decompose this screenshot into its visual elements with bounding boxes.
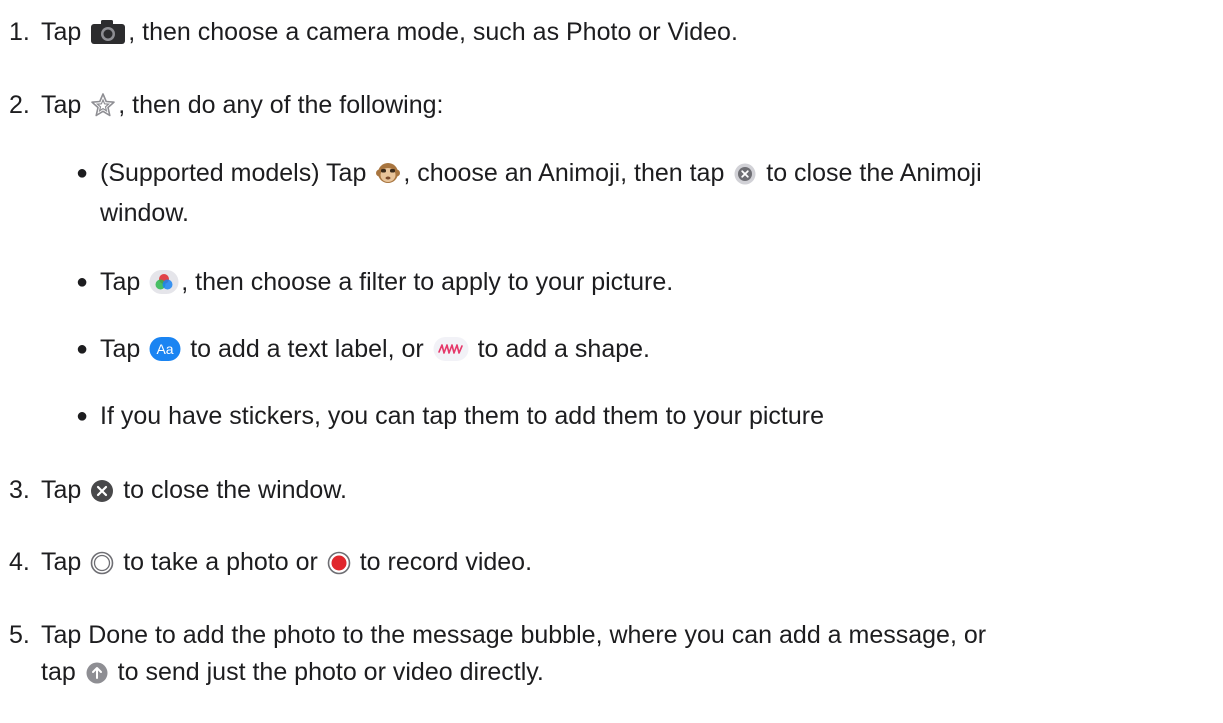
step-number: 1. <box>9 18 30 46</box>
close-icon <box>90 479 114 503</box>
bullet-text: window. <box>100 199 189 227</box>
step-number: 3. <box>9 476 30 504</box>
step-text: Tap Done to add the photo to the message… <box>41 621 987 649</box>
step-number: 5. <box>9 621 30 649</box>
bullet-text: to close the Animoji <box>766 159 982 187</box>
step-text: Tap <box>41 18 82 46</box>
shutter-icon <box>90 551 114 575</box>
bullet-text: Tap <box>100 335 141 363</box>
record-icon <box>327 551 351 575</box>
animoji-monkey-icon <box>375 160 401 186</box>
close-small-icon <box>733 162 757 186</box>
step-text: , then choose a camera mode, such as Pho… <box>128 18 738 46</box>
camera-icon <box>90 19 126 45</box>
effects-star-icon <box>90 92 116 118</box>
step-text: to take a photo or <box>123 548 318 576</box>
bullet-text: (Supported models) Tap <box>100 159 367 187</box>
bullet-dot: ● <box>76 162 89 184</box>
filters-icon <box>149 269 179 295</box>
step-text: Tap <box>41 548 82 576</box>
step-text: to send just the photo or video directly… <box>117 658 544 686</box>
step-number: 4. <box>9 548 30 576</box>
step-text: to record video. <box>359 548 533 576</box>
bullet-text: , choose an Animoji, then tap <box>403 159 725 187</box>
step-number: 2. <box>9 91 30 119</box>
svg-text:Aa: Aa <box>157 341 174 357</box>
bullet-text: to add a shape. <box>477 335 650 363</box>
bullet-dot: ● <box>76 271 89 293</box>
bullet-text: Tap <box>100 268 141 296</box>
bullet-text: If you have stickers, you can tap them t… <box>100 402 824 430</box>
step-text: Tap <box>41 476 82 504</box>
bullet-dot: ● <box>76 338 89 360</box>
step-text: Tap <box>41 91 82 119</box>
step-text: to close the window. <box>123 476 347 504</box>
bullet-dot: ● <box>76 405 89 427</box>
text-label-icon: Aa <box>149 336 181 362</box>
send-arrow-icon <box>85 661 109 685</box>
step-text: tap <box>41 658 76 686</box>
instructions-document: 1. Tap , then choose a camera mode, such… <box>0 0 1223 723</box>
shapes-icon <box>433 336 469 362</box>
bullet-text: to add a text label, or <box>190 335 424 363</box>
bullet-text: , then choose a filter to apply to your … <box>181 268 674 296</box>
step-text: , then do any of the following: <box>118 91 444 119</box>
